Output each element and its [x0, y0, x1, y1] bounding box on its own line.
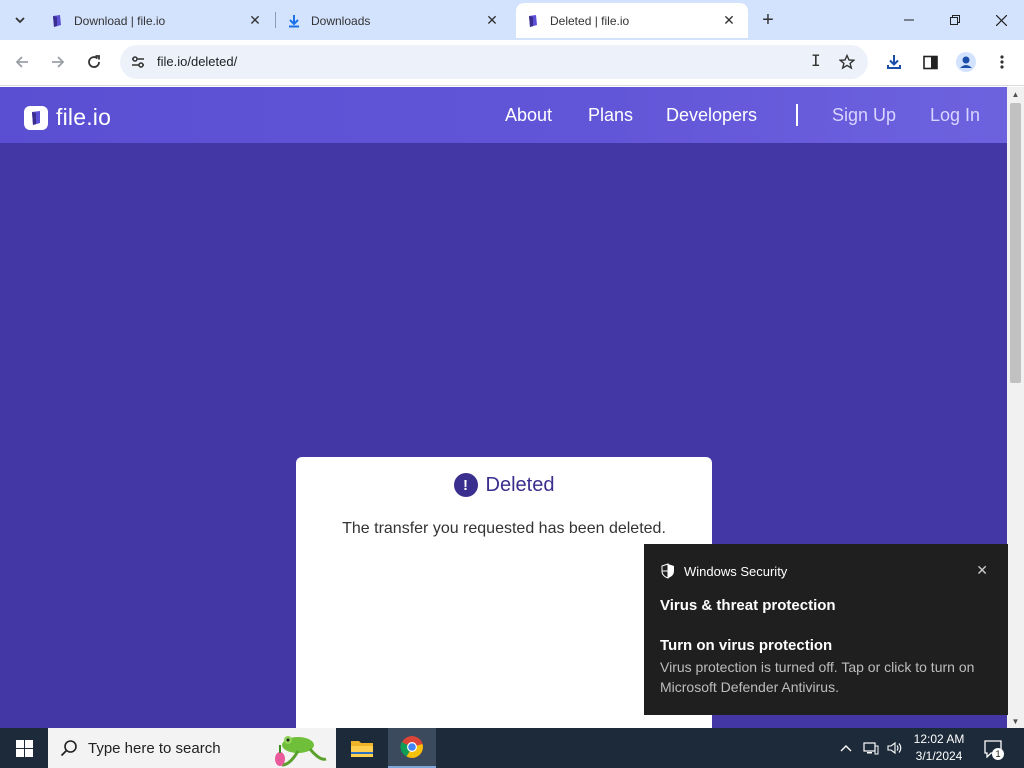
tab-close-icon[interactable]: ✕ [246, 12, 264, 30]
restore-icon [950, 15, 960, 25]
chrome-icon [400, 736, 423, 758]
network-icon[interactable] [860, 728, 882, 768]
scrollbar-thumb[interactable] [1010, 103, 1021, 383]
kebab-menu-icon [1000, 55, 1004, 69]
clock-date: 3/1/2024 [915, 749, 963, 763]
toast-subheading: Turn on virus protection [660, 637, 833, 654]
taskbar-search-box[interactable]: Type here to search [48, 728, 336, 768]
url-text[interactable]: file.io/deleted/ [157, 54, 237, 69]
downloads-button[interactable] [880, 48, 908, 76]
reload-icon [88, 55, 100, 68]
notification-center-button[interactable]: 1 [980, 736, 1006, 762]
card-title: Deleted [485, 473, 555, 496]
restore-button[interactable] [932, 0, 978, 40]
windows-security-toast[interactable]: Windows Security ✕ Virus & threat protec… [644, 544, 1008, 715]
tab-download-fileio[interactable]: Download | file.io ✕ [40, 3, 274, 38]
toast-heading: Virus & threat protection [660, 597, 836, 614]
notification-count-badge: 1 [992, 748, 1004, 760]
brand-name: file.io [56, 104, 112, 130]
tab-title: Downloads [311, 13, 371, 28]
minimize-icon [904, 19, 914, 21]
browser-toolbar: file.io/deleted/ I [0, 40, 1024, 86]
new-tab-button[interactable]: + [756, 9, 780, 31]
arrow-left-icon [15, 56, 28, 68]
toast-header: Windows Security [660, 563, 787, 579]
download-icon [887, 55, 901, 69]
nav-divider [796, 104, 798, 126]
browser-menu-button[interactable] [988, 48, 1016, 76]
clock-time: 12:02 AM [913, 732, 965, 746]
side-panel-button[interactable] [916, 48, 944, 76]
bookmark-star-icon[interactable] [836, 51, 858, 73]
tab-search-button[interactable] [6, 7, 34, 33]
search-placeholder: Type here to search [88, 739, 221, 757]
windows-logo-icon [15, 739, 33, 757]
scroll-down-icon[interactable]: ▼ [1007, 714, 1024, 728]
tab-close-icon[interactable]: ✕ [483, 12, 501, 30]
arrow-right-icon [52, 56, 65, 68]
side-panel-icon [922, 55, 938, 69]
text-cursor-icon: I [811, 51, 821, 70]
taskbar-file-explorer[interactable] [338, 728, 386, 768]
nav-about[interactable]: About [505, 105, 552, 126]
tab-title: Deleted | file.io [550, 13, 630, 28]
minimize-button[interactable] [886, 0, 932, 40]
fileio-logo-icon [24, 105, 48, 130]
fileio-favicon-icon [526, 14, 540, 28]
nav-plans[interactable]: Plans [588, 105, 633, 126]
site-logo[interactable]: file.io [24, 104, 111, 131]
shield-icon [660, 563, 676, 579]
tab-downloads[interactable]: Downloads ✕ [277, 3, 511, 38]
nav-log-in[interactable]: Log In [930, 105, 980, 126]
folder-icon [351, 741, 373, 757]
nav-sign-up[interactable]: Sign Up [832, 105, 896, 126]
toast-app-name: Windows Security [684, 563, 788, 579]
toast-body: Virus protection is turned off. Tap or c… [660, 659, 975, 695]
tray-overflow-icon[interactable] [836, 728, 856, 768]
tab-divider [275, 12, 276, 28]
close-icon [995, 14, 1007, 26]
reload-button[interactable] [80, 48, 108, 76]
tab-title: Download | file.io [74, 13, 166, 28]
page-scrollbar[interactable]: ▲ ▼ [1007, 87, 1024, 728]
taskbar: Type here to search 12:02 AM 3/1/2024 1 [0, 728, 1024, 768]
nav-developers[interactable]: Developers [666, 105, 757, 126]
tab-close-icon[interactable]: ✕ [720, 12, 738, 30]
site-header: file.io About Plans Developers Sign Up L… [0, 87, 1007, 143]
start-button[interactable] [0, 728, 48, 768]
search-highlight-frog-icon [268, 731, 330, 768]
download-icon [287, 14, 301, 28]
back-button[interactable] [8, 48, 36, 76]
toast-close-icon[interactable]: ✕ [976, 562, 988, 579]
avatar-icon [956, 52, 976, 72]
alert-icon: ! [453, 473, 478, 497]
address-bar[interactable]: file.io/deleted/ I [120, 45, 868, 79]
tab-deleted-fileio[interactable]: Deleted | file.io ✕ [516, 3, 748, 38]
forward-button[interactable] [44, 48, 72, 76]
chevron-down-icon [15, 17, 25, 24]
profile-button[interactable] [952, 48, 980, 76]
search-icon [60, 739, 78, 757]
site-info-icon[interactable] [126, 50, 150, 74]
card-message: The transfer you requested has been dele… [342, 520, 666, 537]
close-window-button[interactable] [978, 0, 1024, 40]
fileio-favicon-icon [50, 14, 64, 28]
card-header: ! Deleted [296, 473, 712, 497]
scroll-up-icon[interactable]: ▲ [1007, 87, 1024, 101]
volume-icon[interactable] [884, 728, 906, 768]
taskbar-clock[interactable]: 12:02 AM 3/1/2024 [906, 731, 972, 765]
tab-strip: Download | file.io ✕ Downloads ✕ Deleted… [0, 0, 1024, 40]
taskbar-chrome[interactable] [388, 728, 436, 768]
